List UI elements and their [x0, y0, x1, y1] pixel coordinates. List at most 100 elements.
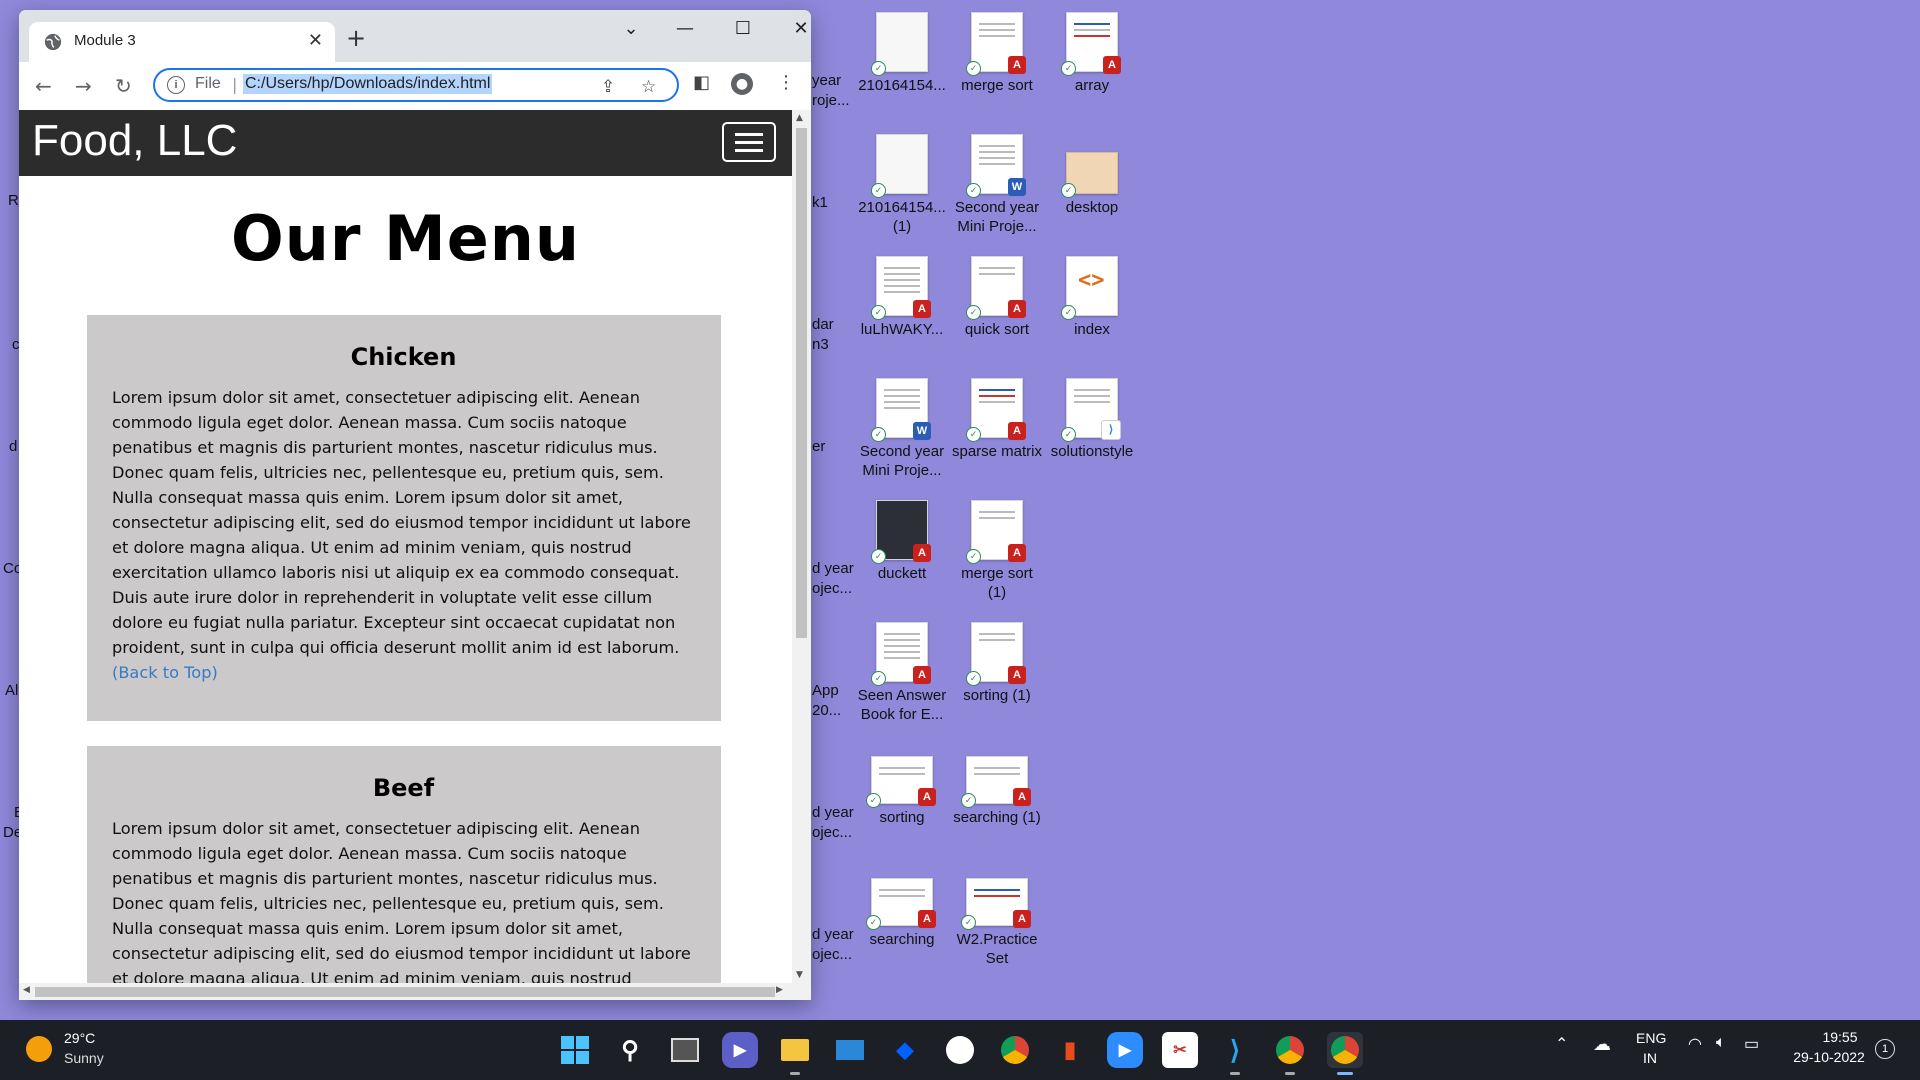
- desktop-file-icon[interactable]: A ✓ quick sort: [949, 256, 1045, 339]
- weather-condition[interactable]: Sunny: [64, 1050, 104, 1066]
- word-icon: W: [1008, 178, 1026, 196]
- desktop-file-icon[interactable]: A ✓ duckett: [854, 500, 950, 583]
- vscode-icon[interactable]: ⟩: [1217, 1032, 1253, 1075]
- search-icon[interactable]: ⚲: [612, 1032, 648, 1068]
- task-view-icon[interactable]: [667, 1032, 703, 1068]
- windows-start-icon[interactable]: [557, 1032, 593, 1068]
- clock-date[interactable]: 29-10-2022: [1789, 1049, 1869, 1065]
- brand-name[interactable]: Food, LLC: [32, 116, 237, 166]
- desktop-file-icon[interactable]: W ✓ Second year Mini Proje...: [949, 134, 1045, 236]
- desktop-file-icon[interactable]: A ✓ luLhWAKY...: [854, 256, 950, 339]
- github-icon[interactable]: [942, 1032, 978, 1068]
- desktop-file-icon[interactable]: A ✓ W2.Practice Set: [949, 866, 1045, 968]
- desktop-file-icon[interactable]: A ✓ sorting (1): [949, 622, 1045, 705]
- desktop-file-icon[interactable]: A ✓ array: [1044, 12, 1140, 95]
- sun-icon[interactable]: [26, 1036, 52, 1062]
- desktop-file-label: searching: [869, 931, 935, 948]
- vertical-scrollbar[interactable]: ▲ ▼: [792, 110, 811, 983]
- pdf-icon: A: [913, 666, 931, 684]
- weather-temperature[interactable]: 29°C: [64, 1030, 95, 1046]
- snipping-tool-icon[interactable]: ✂: [1162, 1032, 1198, 1068]
- desktop-file-label: merge sort (1): [961, 565, 1033, 601]
- tab-module-3[interactable]: Module 3 ✕: [29, 22, 335, 62]
- dropbox-icon[interactable]: ◆: [887, 1032, 923, 1068]
- url-text[interactable]: C:/Users/hp/Downloads/index.html: [243, 74, 493, 94]
- zoom-icon[interactable]: ▶: [1107, 1032, 1143, 1068]
- region-indicator[interactable]: IN: [1643, 1050, 1657, 1066]
- horizontal-scrollbar[interactable]: ◀ ▶: [19, 983, 811, 1000]
- wifi-icon[interactable]: ◠: [1688, 1034, 1702, 1054]
- desktop-file-icon[interactable]: <> ✓ index: [1044, 256, 1140, 339]
- desktop-folder-icon[interactable]: ✓ desktop: [1044, 134, 1140, 217]
- volume-icon[interactable]: 🔈︎: [1716, 1034, 1726, 1052]
- desktop-edge-label: Al: [5, 682, 19, 699]
- hamburger-menu-button[interactable]: [722, 122, 776, 162]
- scroll-up-icon[interactable]: ▲: [796, 113, 803, 123]
- language-indicator[interactable]: ENG: [1636, 1030, 1666, 1046]
- close-tab-icon[interactable]: ✕: [308, 30, 323, 51]
- desktop-file-icon[interactable]: A ✓ sorting: [854, 744, 950, 827]
- address-bar[interactable]: i File | C:/Users/hp/Downloads/index.htm…: [153, 68, 679, 102]
- forward-icon[interactable]: →: [75, 74, 92, 98]
- desktop-file-label: 210164154...: [858, 77, 946, 94]
- teams-chat-icon[interactable]: ▶: [722, 1032, 758, 1068]
- close-window-button[interactable]: ✕: [779, 18, 811, 39]
- scroll-thumb[interactable]: [796, 128, 807, 638]
- desktop-file-icon[interactable]: A ✓ Seen Answer Book for E...: [854, 622, 950, 724]
- page-title: Our Menu: [230, 202, 581, 275]
- chrome-active-icon[interactable]: [1327, 1032, 1363, 1075]
- scroll-left-icon[interactable]: ◀: [23, 985, 30, 995]
- new-tab-button[interactable]: +: [346, 24, 366, 52]
- side-panel-icon[interactable]: ◧: [693, 72, 710, 93]
- section-body: Lorem ipsum dolor sit amet, consectetuer…: [112, 819, 691, 983]
- maximize-button[interactable]: ☐: [721, 18, 765, 39]
- bookmark-star-icon[interactable]: ☆: [641, 77, 656, 97]
- taskbar: 29°C Sunny ⚲ ▶ ◆ ▮ ▶ ✂ ⟩ ⌃ ☁ ENG IN ◠ 🔈︎…: [0, 1020, 1920, 1080]
- pdf-icon: A: [1008, 422, 1026, 440]
- minimize-button[interactable]: —: [663, 18, 707, 39]
- desktop-partial-label: 20...: [812, 702, 842, 719]
- notification-badge[interactable]: 1: [1875, 1039, 1895, 1059]
- scroll-right-icon[interactable]: ▶: [776, 985, 783, 995]
- desktop-file-icon[interactable]: A ✓ searching (1): [949, 744, 1045, 827]
- desktop-file-icon[interactable]: ⟩ ✓ solutionstyle: [1044, 378, 1140, 461]
- desktop-file-label: desktop: [1065, 199, 1119, 216]
- scroll-thumb[interactable]: [35, 987, 775, 997]
- desktop-partial-label: k1: [812, 194, 828, 211]
- menu-kebab-icon[interactable]: ⋮: [777, 72, 795, 93]
- reload-icon[interactable]: ↻: [115, 74, 132, 98]
- mail-icon[interactable]: [832, 1032, 868, 1068]
- file-explorer-icon[interactable]: [777, 1032, 813, 1075]
- clock-time[interactable]: 19:55: [1818, 1029, 1862, 1045]
- scroll-down-icon[interactable]: ▼: [796, 970, 803, 980]
- desktop-file-label: sparse matrix: [951, 443, 1043, 460]
- office-icon[interactable]: ▮: [1052, 1032, 1088, 1068]
- back-icon[interactable]: ←: [35, 74, 52, 98]
- desktop-file-icon[interactable]: A ✓ merge sort: [949, 12, 1045, 95]
- desktop-file-icon[interactable]: ✓ 210164154... (1): [854, 134, 950, 236]
- section-body: Lorem ipsum dolor sit amet, consectetuer…: [112, 385, 695, 685]
- desktop-file-icon[interactable]: A ✓ searching: [854, 866, 950, 949]
- desktop-file-icon[interactable]: ✓ 210164154...: [854, 12, 950, 95]
- onedrive-icon[interactable]: ☁: [1593, 1034, 1611, 1055]
- info-icon[interactable]: i: [167, 76, 185, 94]
- pdf-icon: A: [1008, 56, 1026, 74]
- desktop-file-icon[interactable]: W ✓ Second year Mini Proje...: [854, 378, 950, 480]
- profile-avatar-icon[interactable]: ●: [731, 73, 753, 95]
- tab-search-icon[interactable]: ⌄: [609, 18, 653, 39]
- chrome-profile-icon[interactable]: [1272, 1032, 1308, 1075]
- page-viewport: Food, LLC Our Menu Chicken Lorem ipsum d…: [19, 110, 792, 983]
- battery-icon[interactable]: ▭: [1744, 1034, 1759, 1054]
- desktop-partial-label: App: [812, 682, 839, 699]
- desktop-file-label: index: [1074, 321, 1110, 338]
- desktop-partial-label: d year: [812, 926, 854, 943]
- show-hidden-icons-icon[interactable]: ⌃: [1555, 1034, 1568, 1054]
- menu-section-beef: Beef Lorem ipsum dolor sit amet, consect…: [87, 746, 721, 983]
- chrome-icon[interactable]: [997, 1032, 1033, 1068]
- desktop-file-label: quick sort: [964, 321, 1030, 338]
- share-icon[interactable]: ⇪: [601, 77, 615, 97]
- back-to-top-link[interactable]: (Back to Top): [112, 663, 218, 682]
- desktop-partial-label: ojec...: [812, 580, 853, 597]
- desktop-file-icon[interactable]: A ✓ sparse matrix: [949, 378, 1045, 461]
- desktop-file-icon[interactable]: A ✓ merge sort (1): [949, 500, 1045, 602]
